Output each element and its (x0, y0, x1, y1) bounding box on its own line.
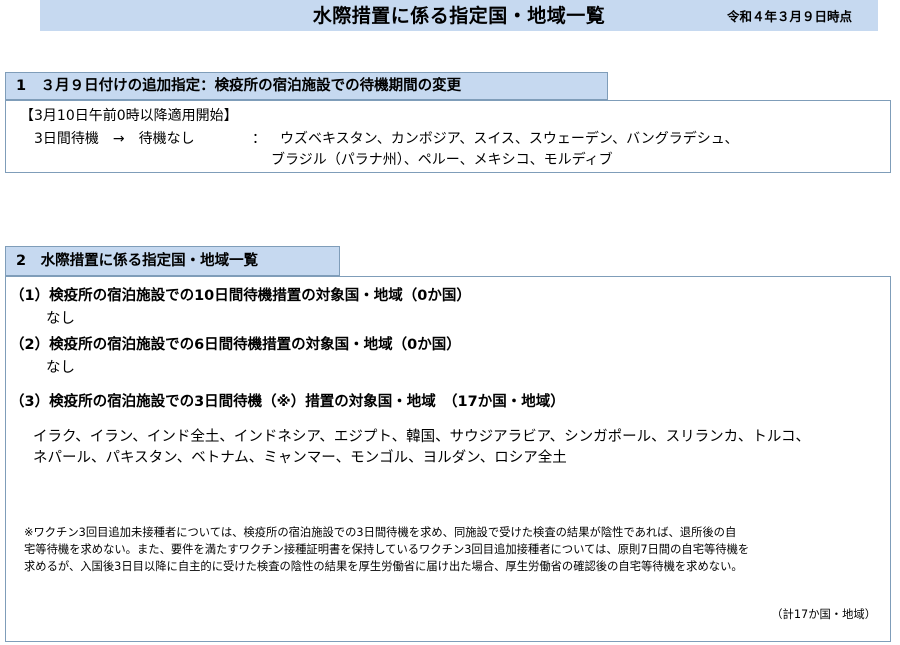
section1-countries-line1: ウズベキスタン、カンボジア、スイス、スウェーデン、バングラデシュ、 (280, 131, 739, 147)
item-3day-countries-line2: ネパール、パキスタン、ベトナム、ミャンマー、モンゴル、ヨルダン、ロシア全土 (33, 450, 567, 466)
as-of-date: 令和４年３月９日時点 (726, 9, 852, 24)
section1-colon: ： (252, 131, 266, 147)
item-3day-countries-line1: イラク、イラン、インド全土、インドネシア、エジプト、韓国、サウジアラビア、シンガ… (33, 429, 811, 445)
title-bar: 水際措置に係る指定国・地域一覧 令和４年３月９日時点 (40, 0, 878, 31)
section2-heading: 2 水際措置に係る指定国・地域一覧 (5, 246, 340, 276)
section1-countries-line2: ブラジル（パラナ州）、ペルー、メキシコ、モルディブ (271, 152, 613, 168)
section1-box: 【3月10日午前0時以降適用開始】 3日間待機 → 待機なし ： ウズベキスタン… (5, 100, 891, 173)
note-line-1: ※ワクチン3回目追加未接種者については、検疫所の宿泊施設での3日間待機を求め、同… (24, 526, 737, 539)
item-6day-body: なし (46, 360, 75, 376)
item-3day-title: （3）検疫所の宿泊施設での3日間待機（※）措置の対象国・地域 （17か国・地域） (10, 394, 565, 410)
section1-change-label: 3日間待機 → 待機なし (34, 131, 195, 147)
item-10day-title: （1）検疫所の宿泊施設での10日間待機措置の対象国・地域（0か国） (10, 288, 471, 304)
item-10day-body: なし (46, 311, 75, 327)
item-6day-title: （2）検疫所の宿泊施設での6日間待機措置の対象国・地域（0か国） (10, 337, 461, 353)
total-count: （計17か国・地域） (771, 608, 876, 621)
section1-heading: 1 ３月９日付けの追加指定：検疫所の宿泊施設での待機期間の変更 (5, 72, 608, 100)
section2-box: （1）検疫所の宿泊施設での10日間待機措置の対象国・地域（0か国） なし （2）… (5, 276, 891, 642)
note-line-3: 求めるが、入国後3日目以降に自主的に受けた検査の陰性の結果を厚生労働省に届け出た… (24, 560, 743, 573)
note-line-2: 宅等待機を求めない。また、要件を満たすワクチン接種証明書を保持しているワクチン3… (24, 543, 750, 556)
section1-bracket-label: 【3月10日午前0時以降適用開始】 (20, 108, 238, 124)
